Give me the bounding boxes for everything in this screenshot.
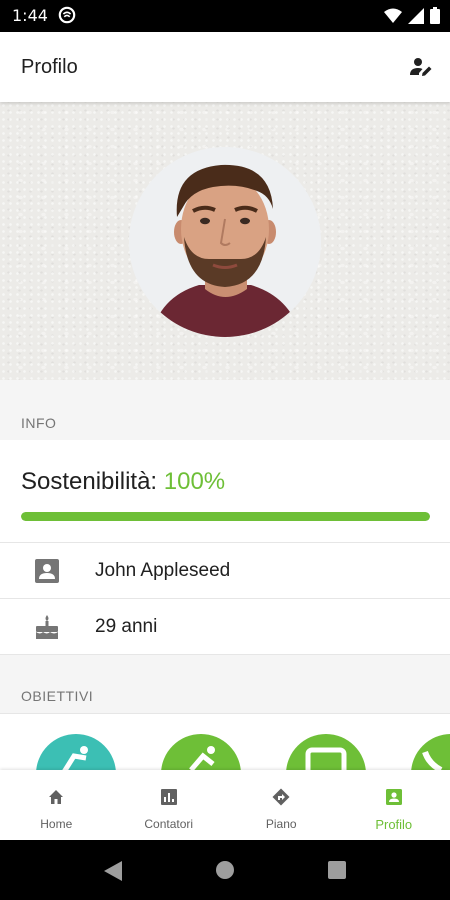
wifi-icon — [384, 8, 402, 23]
walking-icon — [61, 746, 88, 773]
back-button[interactable] — [102, 859, 124, 883]
edit-profile-button[interactable] — [406, 52, 436, 82]
goal-bus[interactable] — [286, 734, 366, 773]
goal-phone[interactable] — [411, 734, 450, 773]
contact-card-icon — [35, 559, 59, 583]
directions-icon — [272, 788, 290, 806]
goals-section-header: OBIETTIVI — [0, 654, 450, 713]
nav-home[interactable]: Home — [0, 770, 113, 840]
status-bar: 1:44 — [0, 0, 450, 32]
goal-cycling[interactable] — [161, 734, 241, 773]
sustainability-progress-fill — [21, 512, 430, 521]
cycling-icon — [189, 746, 215, 772]
battery-icon — [430, 7, 440, 24]
nav-home-label: Home — [40, 817, 73, 831]
user-name: John Appleseed — [95, 560, 231, 581]
system-navigation-bar — [0, 840, 450, 900]
app-bar: Profilo — [0, 32, 450, 102]
sustainability-label: Sostenibilità: — [21, 468, 158, 495]
goals-section-title: OBIETTIVI — [21, 688, 94, 704]
profile-card-icon — [385, 789, 402, 805]
cake-icon — [36, 615, 58, 639]
page-title: Profilo — [21, 56, 78, 78]
home-button[interactable] — [215, 860, 235, 880]
goal-walking[interactable] — [36, 734, 116, 773]
signal-icon — [408, 7, 424, 24]
home-icon — [49, 790, 64, 804]
nav-plan-label: Piano — [265, 817, 297, 831]
recents-button[interactable] — [328, 861, 346, 879]
avatar[interactable] — [129, 147, 321, 337]
edit-person-icon — [410, 58, 432, 76]
sustainability-card: Sostenibilità: 100% — [0, 440, 450, 542]
bottom-navigation: Home Contatori Piano Profilo — [0, 770, 450, 840]
bus-icon — [305, 747, 347, 773]
nav-counters-label: Contatori — [144, 817, 194, 831]
goals-carousel[interactable] — [0, 713, 450, 773]
sustainability-progress-bar — [21, 512, 430, 521]
info-row-age: 29 anni — [0, 598, 450, 654]
status-time: 1:44 — [12, 6, 48, 25]
nav-counters[interactable]: Contatori — [113, 770, 226, 840]
avatar-photo — [129, 147, 321, 337]
phone-icon — [422, 750, 443, 773]
info-section-title: INFO — [21, 415, 57, 431]
system-icons — [384, 7, 440, 24]
info-row-name: John Appleseed — [0, 542, 450, 598]
nav-plan[interactable]: Piano — [225, 770, 338, 840]
sustainability-value: 100% — [163, 468, 226, 495]
nav-profile[interactable]: Profilo — [338, 770, 450, 840]
notification-icon — [58, 6, 76, 24]
sustainability-label-line: Sostenibilità: 100% — [21, 468, 225, 496]
stats-icon — [160, 789, 177, 805]
user-age: 29 anni — [95, 616, 158, 637]
info-section-header: INFO — [0, 380, 450, 440]
nav-profile-label: Profilo — [375, 817, 413, 832]
profile-header-background — [0, 102, 450, 380]
